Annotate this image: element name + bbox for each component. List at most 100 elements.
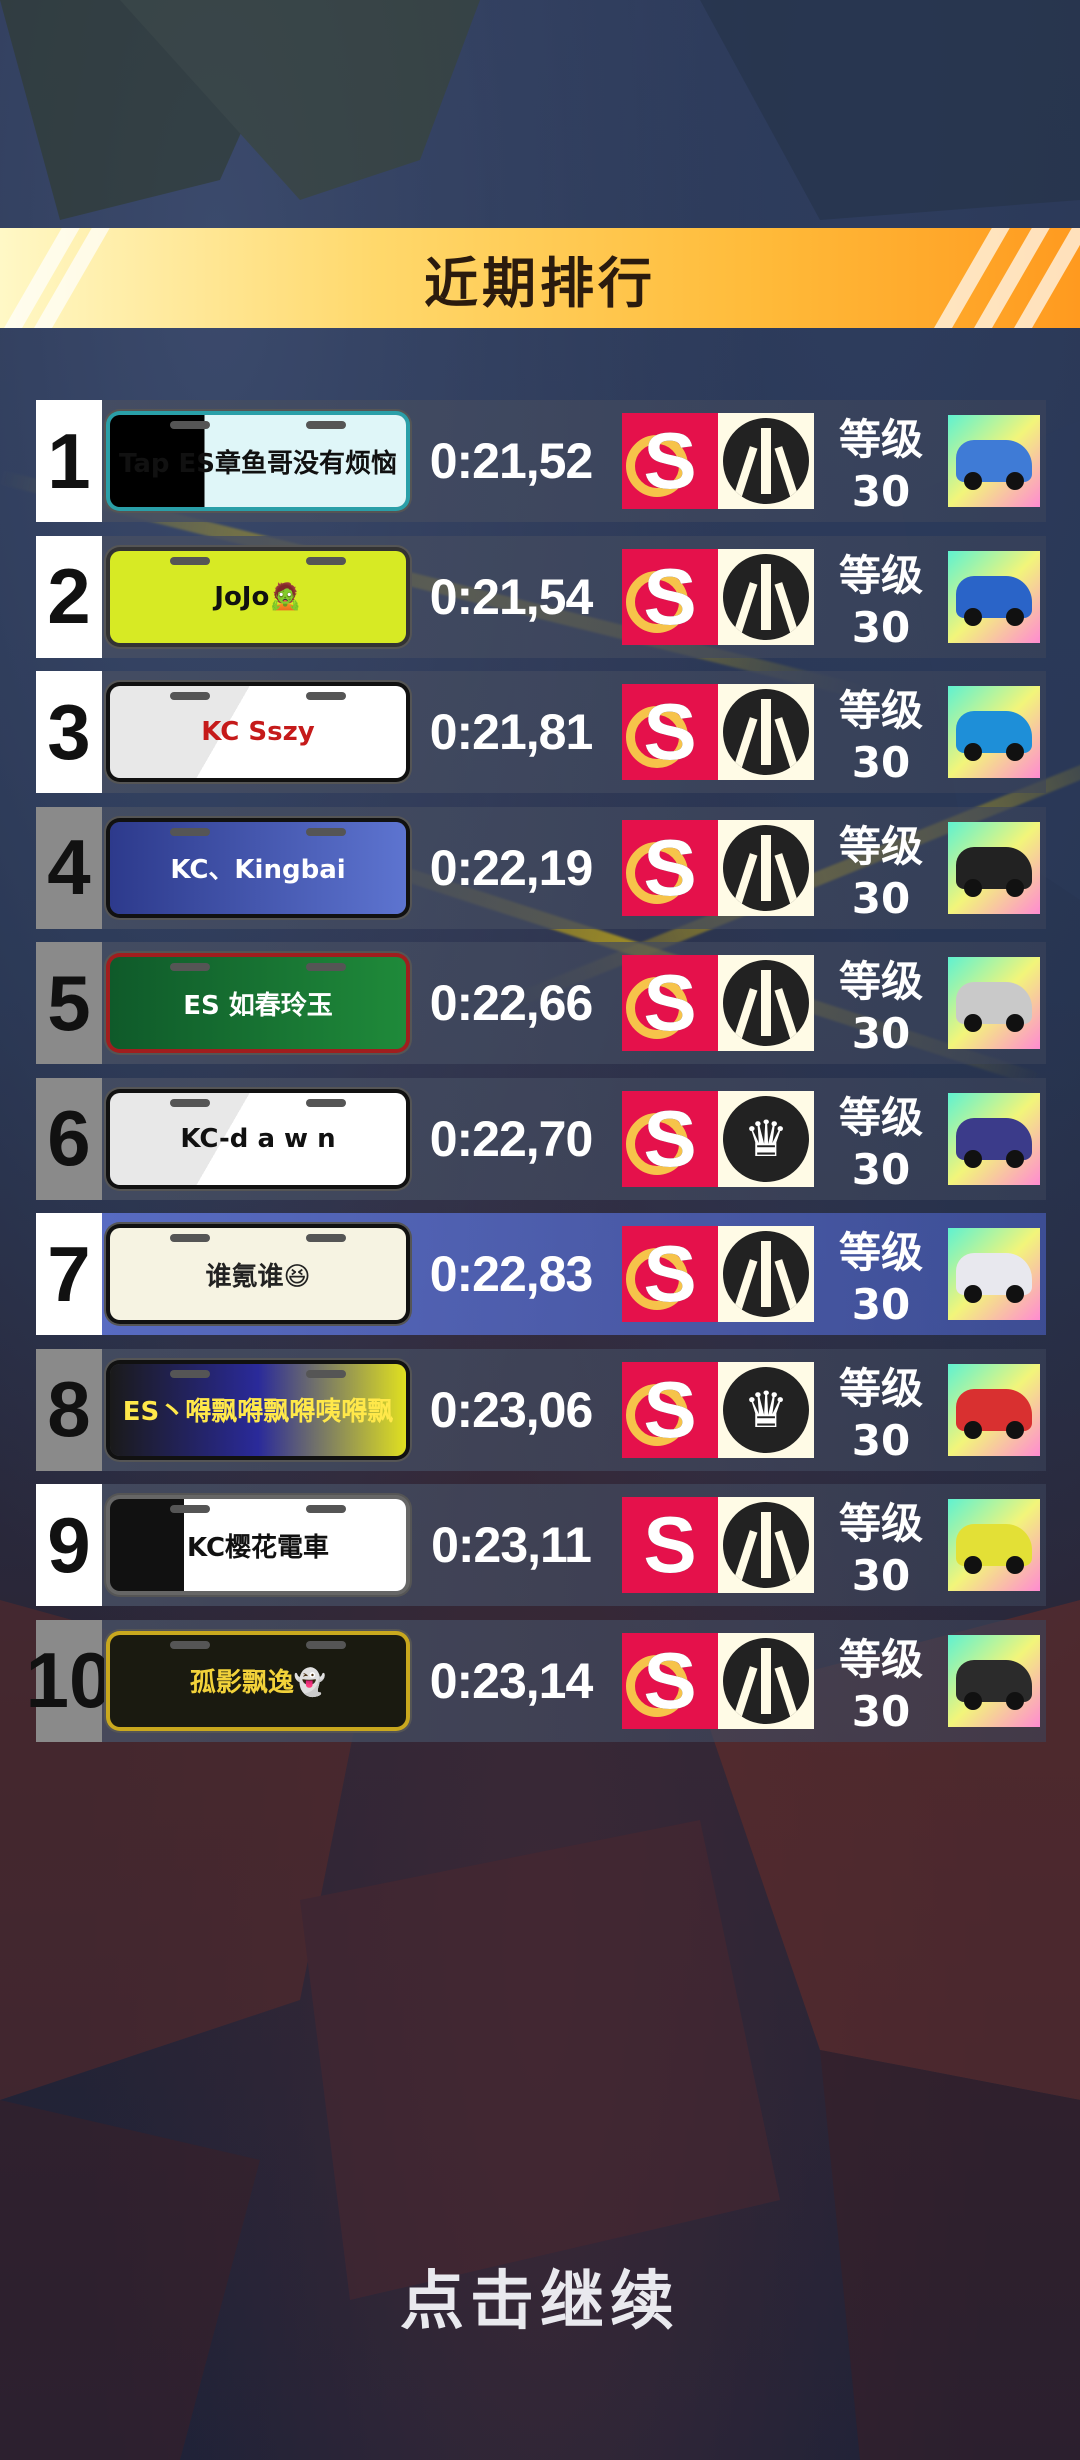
license-plate: Tap ES章鱼哥没有烦恼: [110, 415, 406, 507]
plate-text: ES丶嘚飘嘚飘嘚咦嘚飘: [122, 1397, 394, 1427]
title-bar: 近期排行: [0, 228, 1080, 328]
license-plate: ES 如春玲玉: [110, 957, 406, 1049]
rank-number: 9: [36, 1484, 102, 1606]
leaderboard-row: 8 ES丶嘚飘嘚飘嘚咦嘚飘 0:23,06 S ♛ 等级30: [36, 1348, 1046, 1471]
leaderboard-row: 3 KC Sszy 0:21,81 S 等级30: [36, 671, 1046, 793]
leaderboard-row: 4 KC、Kingbai 0:22,19 S 等级30: [36, 806, 1046, 929]
plate-hole: [306, 1640, 346, 1649]
player-level: 等级30: [838, 1228, 923, 1329]
plate-hole: [170, 1369, 210, 1378]
plate-hole: [306, 692, 346, 700]
player-level: 等级30: [838, 957, 923, 1058]
s-rank-badge-icon: S: [622, 1090, 718, 1187]
license-plate: JoJo🧟: [110, 550, 406, 643]
road-icon: [718, 1497, 814, 1593]
plate-text: KC Sszy: [201, 717, 315, 747]
license-plate: 谁氪谁😆: [110, 1228, 406, 1320]
license-plate: KC樱花電車: [110, 1499, 406, 1591]
leaderboard-row: 5 ES 如春玲玉 0:22,66 S 等级30: [36, 942, 1046, 1064]
license-plate: KC、Kingbai: [110, 821, 406, 914]
s-rank-badge-icon: S: [622, 413, 718, 509]
crown-icon: ♛: [718, 1361, 814, 1458]
license-plate: ES丶嘚飘嘚飘嘚咦嘚飘: [110, 1363, 406, 1456]
plate-text: 孤影飘逸👻: [189, 1668, 327, 1698]
leaderboard-row: 10 孤影飘逸👻 0:23,14 S 等级30: [26, 1619, 1046, 1742]
plate-hole: [170, 421, 210, 429]
lap-time: 0:21,54: [429, 568, 594, 625]
license-plate: KC Sszy: [110, 686, 406, 778]
rank-number: 2: [36, 535, 102, 658]
road-icon: [718, 819, 814, 916]
plate-text: 谁氪谁😆: [205, 1261, 311, 1292]
lap-time: 0:23,06: [429, 1381, 594, 1438]
plate-hole: [306, 1505, 346, 1513]
car-thumbnail-icon: [948, 821, 1040, 914]
plate-hole: [170, 1505, 210, 1513]
plate-hole: [170, 692, 210, 700]
car-thumbnail-icon: [948, 1092, 1040, 1185]
plate-hole: [170, 827, 210, 836]
road-icon: [718, 1632, 814, 1729]
plate-hole: [170, 1234, 210, 1242]
leaderboard-row: 2 JoJo🧟 0:21,54 S 等级30: [36, 535, 1046, 658]
plate-text: KC、Kingbai: [170, 855, 346, 885]
car-thumbnail-icon: [948, 957, 1040, 1049]
plate-text: KC樱花電車: [186, 1532, 330, 1563]
road-icon: [718, 413, 814, 509]
plate-hole: [306, 1234, 346, 1242]
plate-hole: [306, 556, 346, 565]
rank-number: 6: [36, 1077, 102, 1200]
road-icon: [718, 548, 814, 645]
leaderboard-row: 1 Tap ES章鱼哥没有烦恼 0:21,52 S 等级30: [36, 400, 1046, 522]
plate-hole: [170, 1098, 210, 1107]
s-rank-badge-icon: S: [622, 548, 718, 645]
crown-icon: ♛: [718, 1090, 814, 1187]
page-title: 近期排行: [424, 251, 656, 315]
car-thumbnail-icon: [948, 550, 1040, 643]
rank-number: 7: [36, 1213, 102, 1335]
lap-time: 0:23,11: [431, 1517, 592, 1573]
plate-text: Tap ES章鱼哥没有烦恼: [118, 448, 398, 479]
car-thumbnail-icon: [948, 1228, 1040, 1320]
s-rank-badge-icon: S: [622, 819, 718, 916]
s-rank-badge-icon: S: [622, 1497, 718, 1593]
license-plate: 孤影飘逸👻: [110, 1634, 406, 1727]
rank-number: 10: [26, 1619, 112, 1742]
rank-number: 4: [36, 806, 102, 929]
player-level: 等级30: [838, 1634, 923, 1736]
rank-number: 3: [36, 671, 102, 793]
rank-number: 1: [36, 400, 102, 522]
lap-time: 0:22,19: [429, 839, 594, 896]
road-icon: [718, 955, 814, 1051]
player-level: 等级30: [838, 415, 923, 516]
s-rank-badge-icon: S: [622, 1361, 718, 1458]
license-plate: KC-d a w n: [110, 1092, 406, 1185]
rank-number: 5: [36, 942, 102, 1064]
player-level: 等级30: [838, 1499, 923, 1600]
plate-hole: [306, 963, 346, 971]
plate-hole: [170, 1640, 210, 1649]
leaderboard-row: 6 KC-d a w n 0:22,70 S ♛ 等级30: [36, 1077, 1046, 1200]
lap-time: 0:21,52: [429, 433, 594, 489]
s-rank-badge-icon: S: [622, 684, 718, 780]
plate-text: JoJo🧟: [214, 581, 302, 612]
rank-number: 8: [36, 1348, 102, 1471]
player-level: 等级30: [838, 1363, 923, 1465]
car-thumbnail-icon: [948, 686, 1040, 778]
player-level: 等级30: [838, 1092, 923, 1194]
leaderboard-row: 7 谁氪谁😆 0:22,83 S 等级30: [36, 1213, 1046, 1335]
car-thumbnail-icon: [948, 1499, 1040, 1591]
plate-hole: [170, 556, 210, 565]
leaderboard-row: 9 KC樱花電車 0:23,11 S 等级30: [36, 1484, 1046, 1606]
plate-hole: [306, 1369, 346, 1378]
car-thumbnail-icon: [948, 1634, 1040, 1727]
lap-time: 0:23,14: [429, 1652, 594, 1709]
lap-time: 0:21,81: [429, 704, 594, 760]
tap-to-continue[interactable]: 点击继续: [0, 2250, 1080, 2342]
s-rank-badge-icon: S: [622, 1632, 718, 1729]
plate-hole: [170, 963, 210, 971]
s-rank-badge-icon: S: [622, 1226, 718, 1322]
lap-time: 0:22,70: [429, 1110, 594, 1167]
player-level: 等级30: [838, 821, 923, 923]
car-thumbnail-icon: [948, 415, 1040, 507]
